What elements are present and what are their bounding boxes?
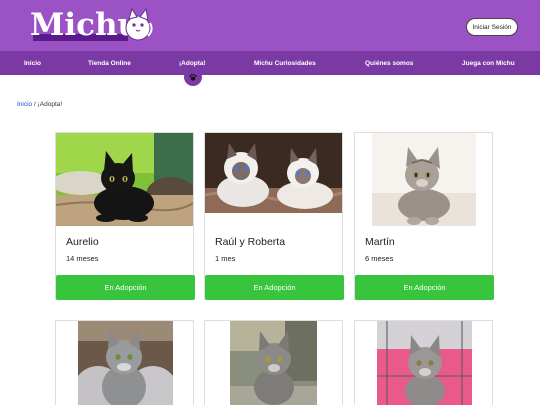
nav-item-juega-con-michu[interactable]: Juega con Michu: [462, 51, 515, 75]
adoption-card: [204, 320, 343, 405]
adopt-button[interactable]: En Adopción: [355, 275, 494, 300]
adopt-button[interactable]: En Adopción: [205, 275, 344, 300]
breadcrumb-home-link[interactable]: Inicio: [17, 101, 32, 108]
nav-item-inicio[interactable]: Inicio: [24, 51, 41, 75]
breadcrumb: Inicio / ¡Adopta!: [17, 101, 62, 108]
nav-item-quienes-somos[interactable]: Quiénes somos: [365, 51, 413, 75]
cat-photo[interactable]: [230, 321, 317, 405]
login-button[interactable]: Iniciar Sesión: [466, 18, 518, 36]
cat-photo-aurelio[interactable]: [56, 133, 193, 226]
paw-icon: [189, 74, 197, 81]
cat-name: Aurelio: [66, 236, 99, 248]
cat-logo-icon: [125, 7, 153, 41]
breadcrumb-separator: /: [34, 101, 36, 108]
breadcrumb-current: ¡Adopta!: [37, 101, 63, 108]
cat-age: 6 meses: [365, 254, 394, 263]
cat-age: 14 meses: [66, 254, 99, 263]
active-nav-indicator: [184, 68, 202, 86]
cat-name: Raúl y Roberta: [215, 236, 286, 248]
cat-name: Martín: [365, 236, 395, 248]
cat-photo[interactable]: [78, 321, 173, 405]
site-header: Michu Iniciar Sesión: [0, 0, 540, 51]
adopt-button[interactable]: En Adopción: [56, 275, 195, 300]
main-nav: Inicio Tienda Online ¡Adopta! Michu Curi…: [0, 51, 540, 75]
cat-photo-martin[interactable]: [372, 133, 476, 226]
nav-item-tienda-online[interactable]: Tienda Online: [88, 51, 131, 75]
adoption-card: Martín 6 meses En Adopción: [354, 132, 494, 300]
nav-item-michu-curiosidades[interactable]: Michu Curiosidades: [254, 51, 316, 75]
adoption-card: Raúl y Roberta 1 mes En Adopción: [204, 132, 344, 300]
adoption-card: [55, 320, 194, 405]
adoption-card: Aurelio 14 meses En Adopción: [55, 132, 195, 300]
adoption-card: [354, 320, 493, 405]
cat-photo[interactable]: [377, 321, 472, 405]
michu-logo[interactable]: Michu: [30, 6, 155, 46]
cat-age: 1 mes: [215, 254, 236, 263]
cat-photo-raul-y-roberta[interactable]: [205, 133, 342, 213]
